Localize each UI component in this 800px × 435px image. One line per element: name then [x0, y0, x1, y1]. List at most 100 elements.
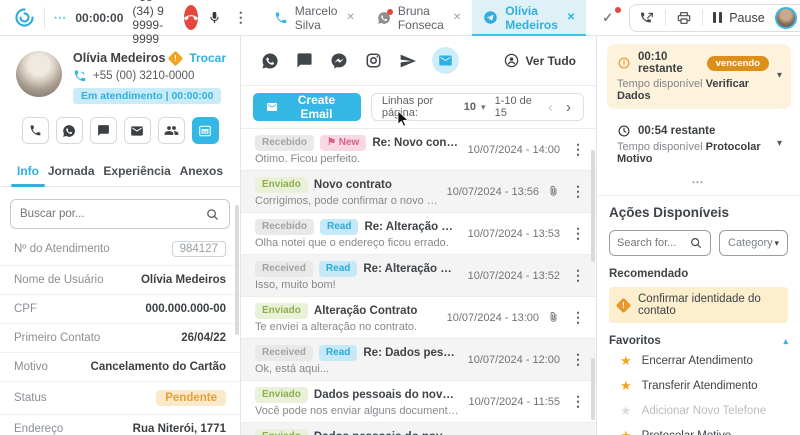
divider	[702, 10, 703, 26]
contacts-channel-button[interactable]	[158, 117, 185, 144]
direction-badge: Enviado	[255, 303, 308, 319]
email-row[interactable]: Enviado Dados pessoais do novo contrato …	[241, 422, 596, 435]
sla-card-warning: 00:10 restante vencendo Tempo disponível…	[607, 44, 791, 109]
view-all-button[interactable]: Ver Tudo	[503, 52, 576, 69]
chevron-down-icon[interactable]: ▾	[777, 138, 782, 149]
actions-search-input[interactable]	[617, 237, 689, 249]
change-contact-link[interactable]: Trocar	[189, 51, 226, 65]
tab-experiencia[interactable]: Experiência	[102, 159, 171, 186]
call-more-icon[interactable]: ⋯	[53, 10, 66, 26]
transfer-call-icon[interactable]	[639, 10, 655, 26]
contact-search-input[interactable]	[20, 208, 205, 220]
email-menu-kebab-icon[interactable]: ⋮	[568, 351, 588, 368]
tasks-check-icon[interactable]: ✓	[602, 10, 613, 26]
email-row[interactable]: Enviado Alteração Contrato Te enviei a a…	[241, 296, 596, 338]
action-item-adicionar-novo-telefone[interactable]: ★ Adicionar Novo Telefone	[609, 399, 788, 422]
email-menu-kebab-icon[interactable]: ⋮	[568, 393, 588, 410]
email-row[interactable]: Recebido Read Re: Alteração Contrato Olh…	[241, 212, 596, 254]
star-icon[interactable]: ★	[620, 379, 632, 392]
rows-per-page-label: Linhas por página:	[382, 95, 455, 119]
rows-per-page-select[interactable]: 10 ▾	[464, 101, 486, 113]
field-row: Endereço Rua Niterói, 1771	[0, 415, 240, 435]
close-icon[interactable]: ✕	[346, 12, 354, 23]
email-row[interactable]: Received Read Re: Dados pessoais do novo…	[241, 338, 596, 380]
email-date: 10/07/2024 - 11:55	[468, 396, 560, 408]
warning-diamond-icon: !	[168, 50, 184, 66]
phone-channel-button[interactable]	[22, 117, 49, 144]
email-row[interactable]: Enviado Dados pessoais do novo contrato …	[241, 380, 596, 422]
next-page-button[interactable]: ›	[564, 99, 573, 116]
instagram-icon[interactable]	[365, 52, 382, 69]
email-menu-kebab-icon[interactable]: ⋮	[568, 267, 588, 284]
pause-label: Pause	[729, 11, 764, 25]
close-icon[interactable]: ✕	[567, 12, 575, 23]
contact-search	[10, 199, 230, 229]
action-item-protocolar-motivo[interactable]: ★ Protocolar Motivo	[609, 424, 788, 435]
email-channel-button[interactable]	[124, 117, 151, 144]
sla-desc: Tempo disponível	[617, 141, 703, 153]
call-menu-kebab-icon[interactable]: ⋮	[231, 9, 251, 26]
clock-icon	[617, 124, 631, 138]
app-logo-icon[interactable]	[14, 7, 35, 28]
left-panel-scrollbar[interactable]	[235, 205, 239, 335]
direction-badge: Received	[255, 345, 313, 361]
chat-channel-button[interactable]	[90, 117, 117, 144]
email-row[interactable]: Recebido ⚑ New Re: Novo contrato Ótimo. …	[241, 128, 596, 170]
mouse-cursor	[397, 110, 410, 128]
view-all-label: Ver Tudo	[526, 54, 576, 68]
pause-button[interactable]: Pause	[713, 11, 764, 25]
recommended-action-item[interactable]: ! Confirmar identidade do contato	[609, 287, 788, 323]
category-select[interactable]: Category ▾	[719, 230, 788, 256]
chevron-up-icon[interactable]: ▴	[783, 336, 788, 347]
more-dots-icon[interactable]: ⋯	[597, 175, 800, 189]
tab-olivia-medeiros[interactable]: Olívia Medeiros ✕	[472, 0, 586, 36]
action-item-encerrar-atendimento[interactable]: ★ Encerrar Atendimento	[609, 349, 788, 372]
email-menu-kebab-icon[interactable]: ⋮	[568, 225, 588, 242]
phone-in-talk-icon	[73, 69, 87, 83]
messenger-icon[interactable]	[330, 52, 348, 70]
email-menu-kebab-icon[interactable]: ⋮	[568, 309, 588, 326]
direction-badge: Enviado	[255, 387, 308, 403]
phone-icon	[274, 11, 288, 25]
whatsapp-icon[interactable]	[261, 52, 279, 70]
email-preview: Olha notei que o endereço ficou errado.	[255, 237, 460, 249]
star-icon[interactable]: ★	[620, 429, 632, 435]
tab-bruna-fonseca[interactable]: Bruna Fonseca ✕	[366, 0, 472, 36]
search-icon	[689, 236, 703, 250]
chevron-down-icon: ▾	[774, 238, 779, 249]
favorites-section-header[interactable]: Favoritos ▴	[609, 335, 788, 347]
tab-info[interactable]: Info	[16, 159, 40, 186]
email-menu-kebab-icon[interactable]: ⋮	[568, 141, 588, 158]
email-browser-channel-button-active[interactable]	[192, 117, 219, 144]
hangup-button[interactable]	[184, 5, 198, 30]
star-icon[interactable]: ★	[620, 354, 632, 367]
mic-icon[interactable]	[207, 10, 222, 25]
email-menu-kebab-icon[interactable]: ⋮	[568, 183, 588, 200]
inbox-scrollbar[interactable]	[591, 150, 595, 262]
close-icon[interactable]: ✕	[453, 12, 461, 23]
inbox-scrollbar[interactable]	[591, 358, 595, 420]
email-subject: Re: Dados pessoais do novo contrato	[363, 347, 459, 359]
email-date: 10/07/2024 - 13:00	[447, 312, 539, 324]
tab-marcelo-silva[interactable]: Marcelo Silva ✕	[263, 0, 366, 36]
inbox-toolbar: Create Email Linhas por página: 10 ▾ 1-1…	[241, 86, 596, 128]
chevron-down-icon[interactable]: ▾	[777, 70, 782, 81]
prev-page-button[interactable]: ‹	[546, 99, 555, 116]
action-item-transferir-atendimento[interactable]: ★ Transferir Atendimento	[609, 374, 788, 397]
email-icon-active[interactable]	[432, 47, 459, 74]
email-row[interactable]: Enviado Novo contrato Corrigimos, pode c…	[241, 170, 596, 212]
email-preview: Corrigimos, pode confirmar o novo contra…	[255, 195, 439, 207]
email-row[interactable]: Received Read Re: Alteração Contrato Iss…	[241, 254, 596, 296]
flag-icon: ⚑	[327, 137, 336, 148]
star-icon[interactable]: ★	[620, 404, 632, 417]
create-email-button[interactable]: Create Email	[253, 93, 361, 121]
printer-icon[interactable]	[676, 10, 692, 26]
email-icon	[266, 100, 278, 114]
email-preview: Isso, muito bom!	[255, 279, 460, 291]
chat-icon[interactable]	[296, 52, 313, 69]
telegram-icon[interactable]	[399, 52, 417, 70]
tab-jornada[interactable]: Jornada	[47, 159, 96, 186]
tab-anexos[interactable]: Anexos	[179, 159, 224, 186]
whatsapp-channel-button[interactable]	[56, 117, 83, 144]
agent-avatar[interactable]	[775, 7, 797, 29]
